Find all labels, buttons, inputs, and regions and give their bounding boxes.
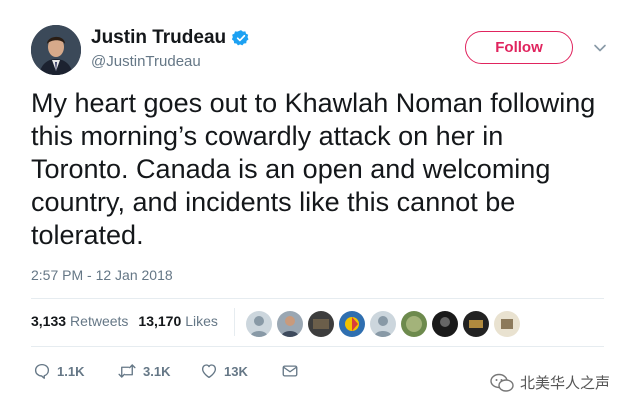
retweet-count: 3.1K [143, 363, 171, 379]
chevron-down-icon[interactable] [593, 41, 607, 55]
watermark-text: 北美华人之声 [520, 375, 611, 392]
envelope-icon [282, 365, 298, 377]
verified-badge-icon [232, 30, 249, 46]
avatar-image [31, 25, 81, 75]
like-count: 13K [224, 363, 248, 379]
author-handle[interactable]: @JustinTrudeau [91, 53, 201, 70]
direct-message-button[interactable] [281, 362, 305, 380]
liker-avatar[interactable] [462, 310, 490, 338]
reply-count: 1.1K [57, 363, 85, 379]
heart-icon [201, 364, 217, 379]
author-name-row[interactable]: Justin Trudeau [91, 27, 250, 49]
liker-avatar[interactable] [245, 310, 273, 338]
follow-button[interactable]: Follow [465, 31, 573, 64]
retweets-label[interactable]: Retweets [70, 313, 128, 329]
reply-button[interactable]: 1.1K [33, 362, 84, 380]
likes-label[interactable]: Likes [185, 313, 218, 329]
like-button[interactable]: 13K [200, 362, 248, 380]
liker-avatar[interactable] [493, 310, 521, 338]
liker-avatar[interactable] [400, 310, 428, 338]
engagement-stats: 3,133 Retweets 13,170 Likes [31, 313, 228, 329]
retweet-button[interactable]: 3.1K [117, 362, 170, 380]
reply-icon [34, 363, 50, 379]
wechat-icon [490, 373, 514, 392]
liker-avatar[interactable] [307, 310, 335, 338]
liker-avatar[interactable] [338, 310, 366, 338]
likes-count[interactable]: 13,170 [138, 313, 181, 329]
author-name[interactable]: Justin Trudeau [91, 27, 226, 49]
liker-avatar[interactable] [369, 310, 397, 338]
retweets-count[interactable]: 3,133 [31, 313, 66, 329]
tweet-timestamp[interactable]: 2:57 PM - 12 Jan 2018 [31, 267, 173, 283]
divider [31, 346, 604, 347]
author-avatar[interactable] [31, 25, 81, 75]
liker-avatar[interactable] [276, 310, 304, 338]
tweet-text: My heart goes out to Khawlah Noman follo… [31, 88, 596, 250]
source-watermark: 北美华人之声 [490, 372, 610, 393]
retweet-icon [118, 364, 136, 378]
divider [31, 298, 604, 299]
divider [234, 308, 235, 336]
liker-avatar[interactable] [431, 310, 459, 338]
